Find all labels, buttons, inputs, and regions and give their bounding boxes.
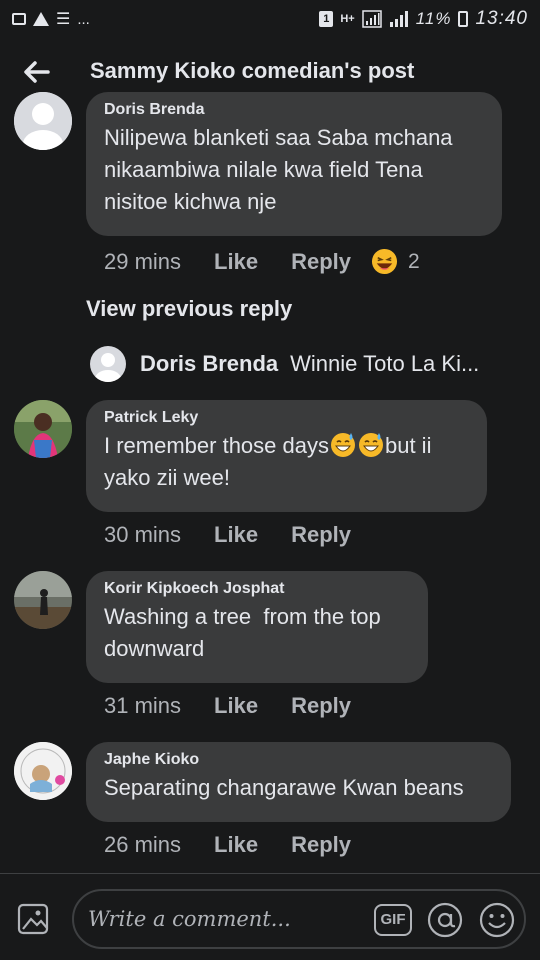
profile-photo [14,571,72,629]
warning-icon [33,12,49,26]
at-icon[interactable] [426,901,464,939]
reply-author[interactable]: Doris Brenda [140,351,278,377]
like-button[interactable]: Like [214,249,258,275]
haha-reaction-icon[interactable] [371,248,398,275]
avatar[interactable] [14,92,72,150]
comment-author[interactable]: Korir Kipkoech Josphat [104,579,410,599]
comment-line-text: but ii [384,433,432,458]
comment-author[interactable]: Patrick Leky [104,408,469,428]
status-right: 1 H+ 11% 13:40 [319,8,528,30]
comment-text: Separating changarawe Kwan beans [104,772,493,804]
sim-indicator: 1 [319,11,334,27]
comment-item: Korir Kipkoech Josphat Washing a tree fr… [0,571,540,731]
comment-actions: 29 mins Like Reply 2 [104,248,420,275]
avatar[interactable] [90,346,126,382]
emoji-icon[interactable] [478,901,516,939]
comment-bubble[interactable]: Patrick Leky I remember those days but i… [86,400,487,512]
like-button[interactable]: Like [214,693,258,719]
signal-strength-icon [389,11,408,27]
comment-composer: Write a comment... GIF [0,874,540,960]
status-dots: ... [77,10,90,28]
comment-line: I remember those days but ii [104,430,469,462]
reply-button[interactable]: Reply [291,522,351,548]
reply-text: Winnie Toto La Ki... [290,351,480,376]
comment-bubble[interactable]: Doris Brenda Nilipewa blanketi saa Saba … [86,92,502,236]
default-avatar-icon [90,346,126,382]
page-title: Sammy Kioko comedian's post [90,58,415,83]
gif-icon[interactable]: GIF [374,904,412,936]
comment-bubble[interactable]: Japhe Kioko Separating changarawe Kwan b… [86,742,511,822]
image-icon [12,13,26,25]
comment-item: Patrick Leky I remember those days but i… [0,400,540,560]
comment-item: Japhe Kioko Separating changarawe Kwan b… [0,742,540,872]
like-button[interactable]: Like [214,522,258,548]
sweat-smile-emoji-icon [358,433,383,457]
like-button[interactable]: Like [214,832,258,858]
reply-button[interactable]: Reply [291,693,351,719]
comment-actions: 30 mins Like Reply [104,522,371,548]
network-type: H+ [340,13,355,25]
avatar[interactable] [14,742,72,800]
back-arrow-icon[interactable] [22,58,50,86]
battery-icon [458,11,469,27]
profile-photo [14,400,72,458]
comment-actions: 31 mins Like Reply [104,693,371,719]
comment-line: Washing a tree from the top [104,604,381,629]
comment-line: Nilipewa blanketi saa Saba mchana [104,125,453,150]
comment-item: Doris Brenda Nilipewa blanketi saa Saba … [0,92,540,282]
comment-line: nikaambiwa nilale kwa field Tena [104,157,423,182]
comment-line: downward [104,636,205,661]
signal-icon [361,10,382,28]
comment-text: Washing a tree from the top downward [104,601,410,665]
reply-preview[interactable]: Doris Brenda Winnie Toto La Ki... [90,345,530,383]
photo-icon[interactable] [16,900,52,936]
comment-actions: 26 mins Like Reply [104,832,371,858]
reply-button[interactable]: Reply [291,832,351,858]
battery-percent: 11% [415,9,452,28]
comment-timestamp: 30 mins [104,522,182,547]
comment-input[interactable]: Write a comment... GIF [72,889,526,949]
comment-line: Separating changarawe Kwan beans [104,775,464,800]
status-bar: ☰ ... 1 H+ 11% 13:40 [0,0,540,38]
comment-timestamp: 29 mins [104,248,182,274]
comment-timestamp: 26 mins [104,832,182,857]
comment-author[interactable]: Doris Brenda [104,100,484,120]
view-previous-reply-link[interactable]: View previous reply [86,296,292,322]
list-icon: ☰ [56,11,71,28]
comment-bubble[interactable]: Korir Kipkoech Josphat Washing a tree fr… [86,571,428,683]
reply-button[interactable]: Reply [291,249,351,275]
clock: 13:40 [475,8,528,29]
comment-line: yako zii wee! [104,465,230,490]
comment-line-text: I remember those days [104,433,329,458]
avatar[interactable] [14,571,72,629]
comment-input-placeholder: Write a comment... [88,907,291,931]
comment-text: Nilipewa blanketi saa Saba mchana nikaam… [104,122,484,218]
comment-author[interactable]: Japhe Kioko [104,750,493,770]
status-left: ☰ ... [12,9,90,29]
comment-text: I remember those days but ii yako zii we… [104,430,469,494]
reaction-count[interactable]: 2 [408,250,420,274]
comment-line: nisitoe kichwa nje [104,189,277,214]
sweat-smile-emoji-icon [330,433,355,457]
avatar[interactable] [14,400,72,458]
profile-photo [14,742,72,800]
comment-timestamp: 31 mins [104,693,182,718]
default-avatar-icon [14,92,72,150]
